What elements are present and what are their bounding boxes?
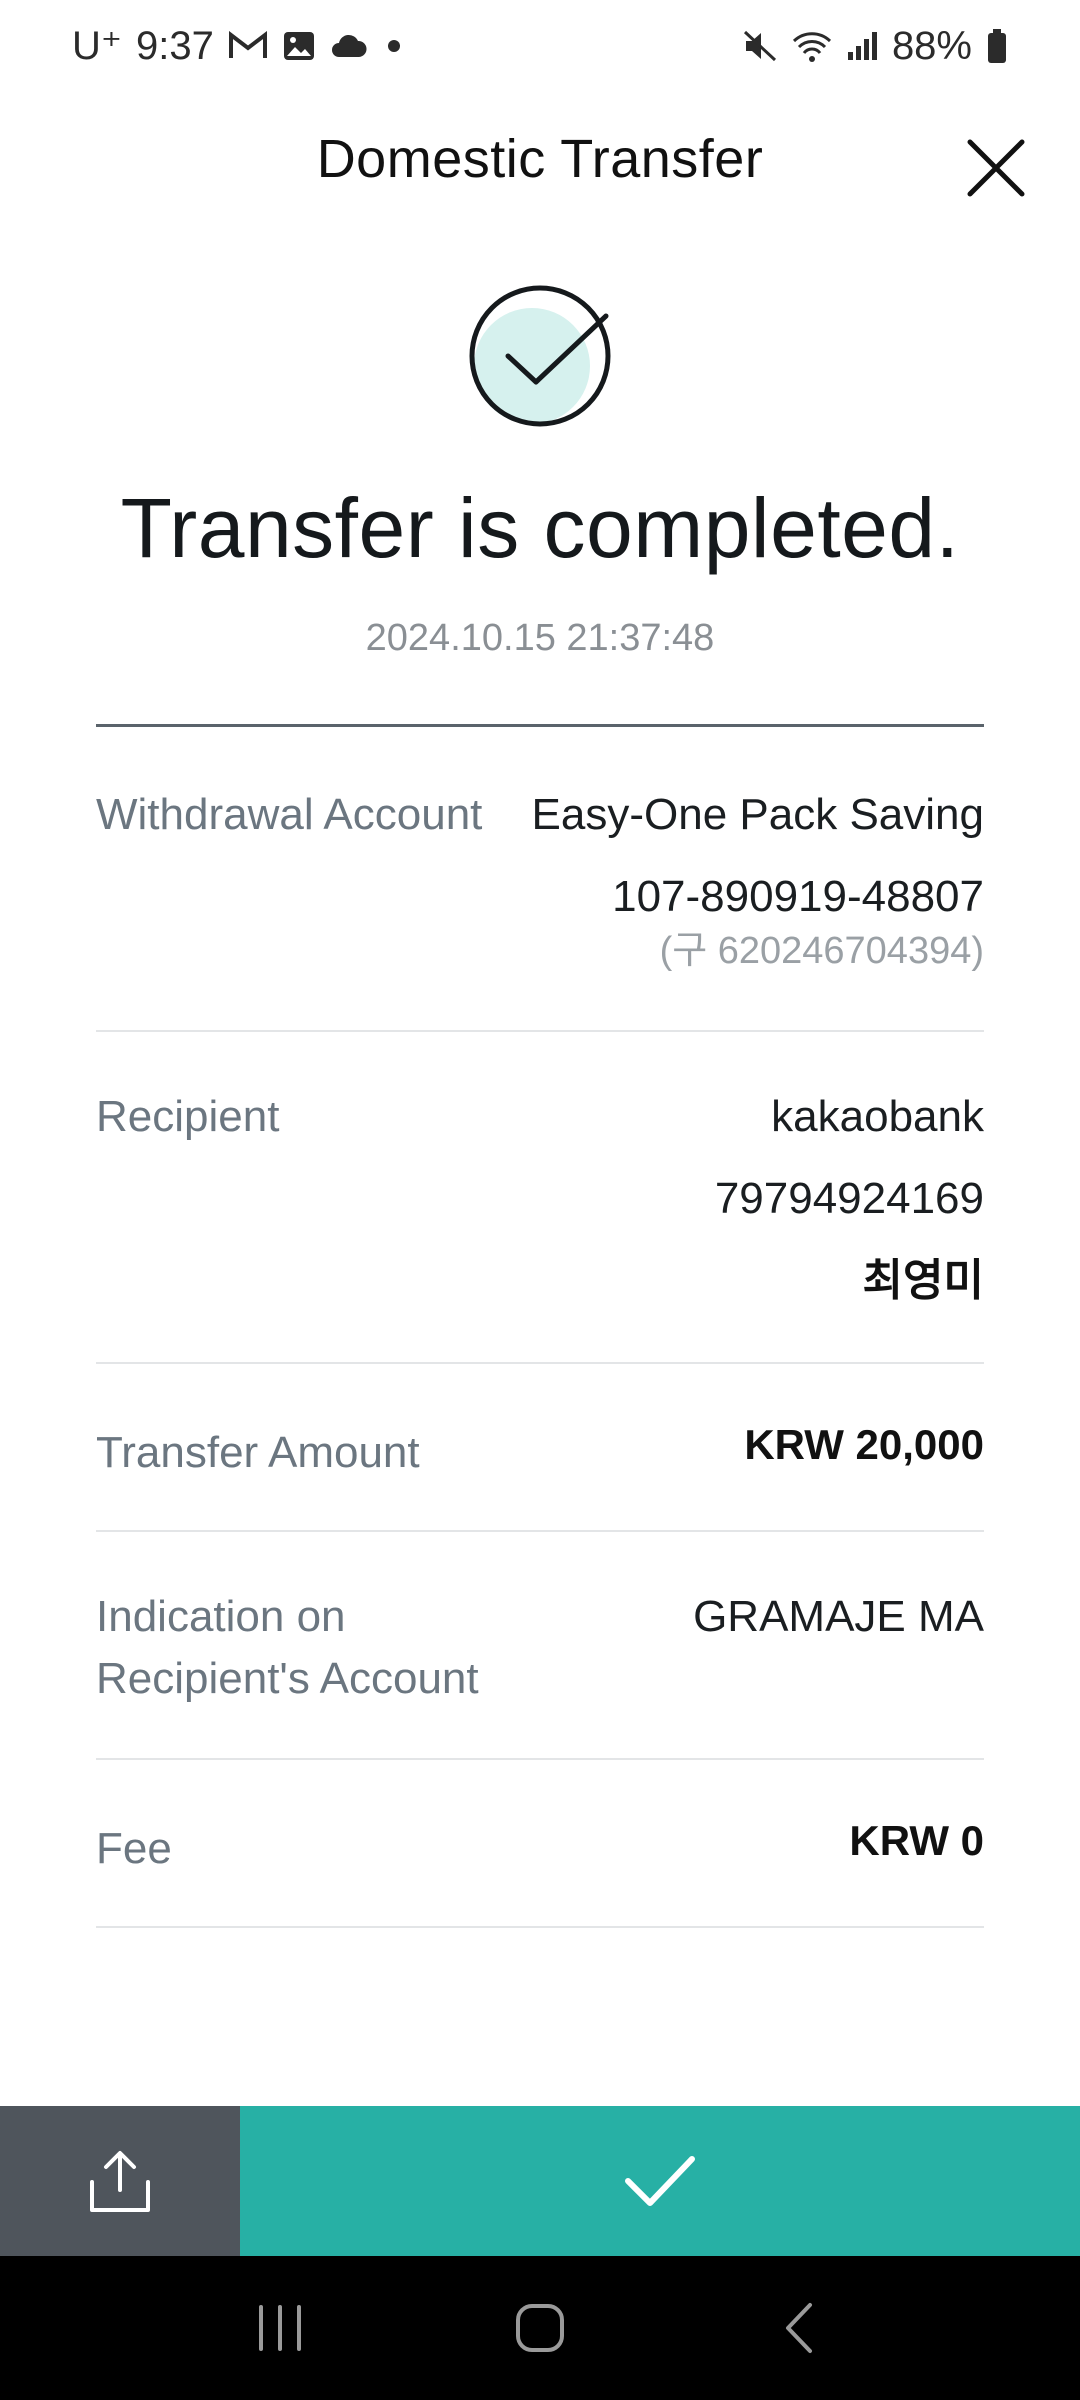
back-icon [786, 2303, 812, 2353]
mute-icon [742, 29, 778, 63]
indication-label-line1: Indication on [96, 1592, 346, 1641]
status-bar: U⁺ 9:37 88% [0, 0, 1080, 92]
indication-label: Indication on Recipient's Account [96, 1586, 479, 1710]
recents-button[interactable] [220, 2278, 340, 2378]
row-divider [96, 1926, 984, 1928]
gallery-icon [282, 30, 316, 62]
dot-icon [382, 34, 406, 58]
share-icon [90, 2151, 150, 2212]
transfer-timestamp: 2024.10.15 21:37:48 [365, 617, 715, 659]
row-divider [96, 1362, 984, 1364]
row-divider [96, 1530, 984, 1532]
clock: 9:37 [136, 23, 214, 68]
withdrawal-account-row: Withdrawal Account Easy-One Pack Saving … [96, 784, 984, 984]
withdrawal-old-account: (구 620246704394) [659, 930, 984, 972]
transfer-amount-row: Transfer Amount KRW 20,000 [96, 1418, 984, 1488]
row-divider [96, 1030, 984, 1032]
section-rule [96, 724, 984, 727]
recipient-row: Recipient kakaobank 79794924169 최영미 [96, 1086, 984, 1316]
signal-icon [846, 30, 878, 62]
carrier-label: U⁺ [72, 24, 122, 68]
fee-values: KRW 0 [849, 1810, 984, 1872]
recipient-values: kakaobank 79794924169 최영미 [715, 1086, 984, 1312]
withdrawal-account-number: 107-890919-48807 [612, 872, 984, 921]
withdrawal-account-values: Easy-One Pack Saving 107-890919-48807 (구… [532, 784, 984, 974]
share-button[interactable] [0, 2106, 240, 2256]
row-divider [96, 1758, 984, 1760]
indication-value: GRAMAJE MA [693, 1592, 984, 1641]
withdrawal-product: Easy-One Pack Saving [531, 790, 984, 839]
recents-icon [259, 2305, 301, 2351]
confirm-button[interactable] [240, 2106, 1080, 2256]
recipient-account-number: 79794924169 [714, 1174, 984, 1223]
check-icon [625, 2156, 695, 2206]
system-navigation-bar [0, 2256, 1080, 2400]
gmail-icon [228, 31, 268, 61]
recipient-name: 최영미 [862, 1256, 984, 1305]
fee-label: Fee [96, 1824, 172, 1873]
battery-percent: 88% [891, 23, 972, 68]
status-right: 88% [742, 24, 1008, 69]
close-button[interactable] [958, 130, 1034, 206]
recipient-bank: kakaobank [771, 1092, 984, 1141]
fee-value: KRW 0 [849, 1817, 984, 1864]
home-button[interactable] [480, 2278, 600, 2378]
recipient-label: Recipient [96, 1092, 280, 1141]
withdrawal-account-label: Withdrawal Account [96, 790, 483, 839]
header: Domestic Transfer [0, 92, 1080, 228]
transfer-amount-values: KRW 20,000 [744, 1414, 984, 1476]
battery-icon [986, 28, 1008, 64]
success-check-icon [462, 278, 622, 438]
fee-row: Fee KRW 0 [96, 1814, 984, 1884]
transfer-amount-value: KRW 20,000 [744, 1421, 984, 1468]
wifi-icon [792, 29, 832, 63]
close-icon [967, 139, 1025, 197]
transfer-amount-label: Transfer Amount [96, 1428, 420, 1477]
indication-values: GRAMAJE MA [693, 1586, 984, 1648]
status-left: U⁺ 9:37 [72, 23, 406, 69]
completion-headline: Transfer is completed. [120, 481, 960, 575]
indication-row: Indication on Recipient's Account GRAMAJ… [96, 1586, 984, 1716]
cloud-icon [330, 33, 368, 59]
home-icon [516, 2304, 564, 2352]
page-title: Domestic Transfer [316, 129, 764, 189]
indication-label-line2: Recipient's Account [96, 1654, 479, 1703]
back-button[interactable] [740, 2278, 860, 2378]
